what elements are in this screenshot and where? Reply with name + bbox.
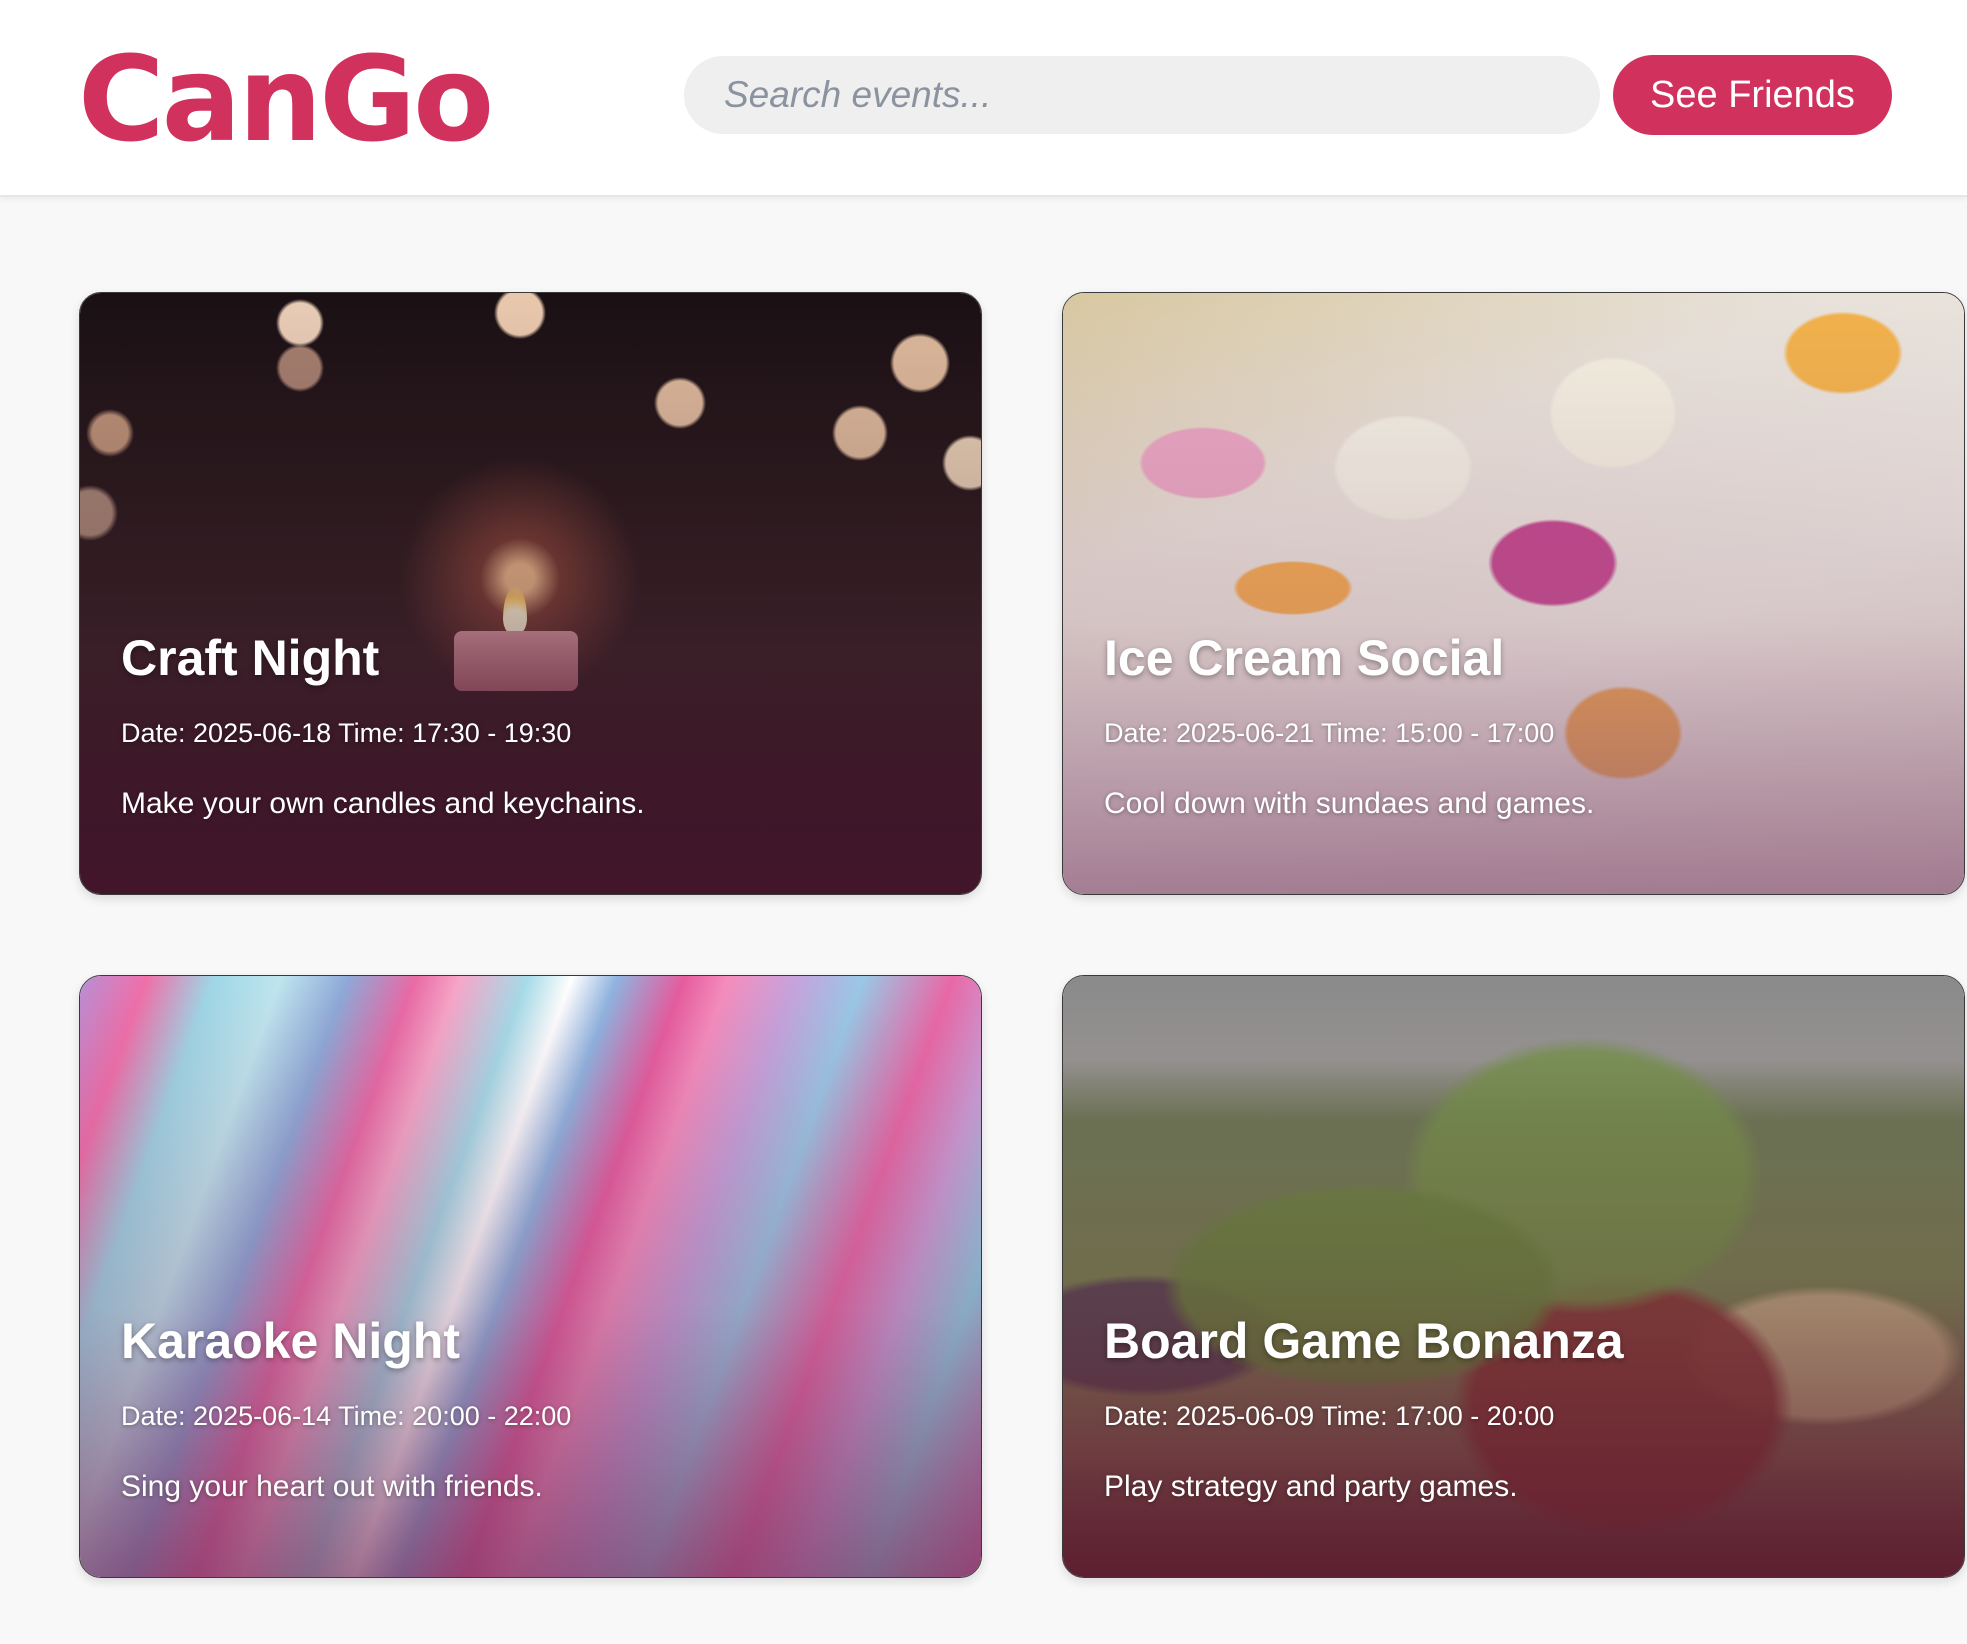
top-bar: CanGo See Friends [0,0,1967,197]
event-title: Ice Cream Social [1104,630,1505,686]
event-description: Make your own candles and keychains. [121,787,645,820]
event-card-craft-night[interactable]: Craft Night Date: 2025-06-18 Time: 17:30… [79,292,982,895]
event-title: Board Game Bonanza [1104,1313,1624,1369]
event-description: Play strategy and party games. [1104,1470,1518,1503]
event-description: Cool down with sundaes and games. [1104,787,1595,820]
event-card-karaoke-night[interactable]: Karaoke Night Date: 2025-06-14 Time: 20:… [79,975,982,1578]
see-friends-button[interactable]: See Friends [1613,55,1892,135]
event-card-board-game-bonanza[interactable]: Board Game Bonanza Date: 2025-06-09 Time… [1062,975,1965,1578]
event-date-time: Date: 2025-06-14 Time: 20:00 - 22:00 [121,1401,572,1431]
event-title: Karaoke Night [121,1313,460,1369]
event-title: Craft Night [121,630,380,686]
event-date-time: Date: 2025-06-21 Time: 15:00 - 17:00 [1104,718,1555,748]
search-input[interactable] [684,56,1600,134]
event-date-time: Date: 2025-06-09 Time: 17:00 - 20:00 [1104,1401,1555,1431]
event-card-ice-cream-social[interactable]: Ice Cream Social Date: 2025-06-21 Time: … [1062,292,1965,895]
logo[interactable]: CanGo [78,40,494,158]
event-date-time: Date: 2025-06-18 Time: 17:30 - 19:30 [121,718,572,748]
event-description: Sing your heart out with friends. [121,1470,543,1503]
